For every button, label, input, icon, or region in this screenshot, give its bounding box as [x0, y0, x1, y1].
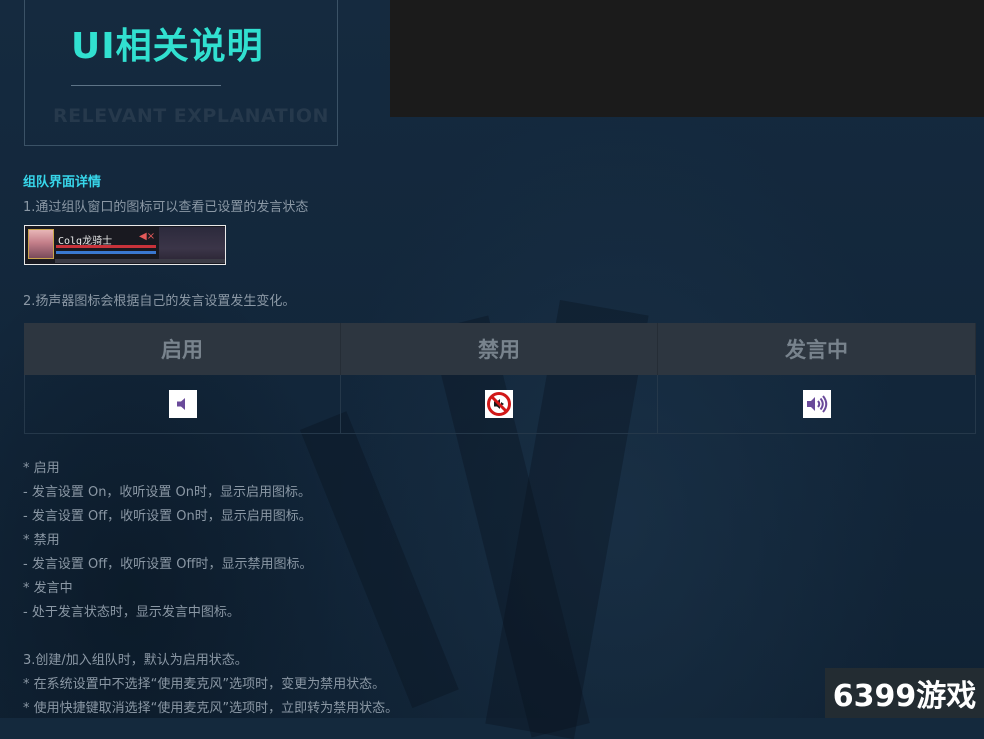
video-panel: [390, 0, 984, 117]
speaker-speaking-icon: [802, 390, 831, 418]
note-line: - 处于发言状态时，显示发言中图标。: [23, 605, 240, 620]
page-subtitle: RELEVANT EXPLANATION: [53, 105, 329, 127]
title-card: UI相关说明 RELEVANT EXPLANATION: [24, 0, 338, 146]
column-header-speaking: 发言中: [658, 323, 976, 375]
explanation-line-2: 2.扬声器图标会根据自己的发言设置发生变化。: [23, 294, 296, 309]
speaker-states-table: 启用 禁用 发言中: [24, 323, 976, 434]
cell-speaking: [658, 375, 976, 434]
party-status-strip: [55, 259, 225, 263]
column-header-enabled: 启用: [24, 323, 341, 375]
page-title: UI相关说明: [71, 26, 264, 67]
note-line: * 发言中: [23, 581, 73, 596]
title-divider: [71, 85, 221, 86]
explanation-line-1: 1.通过组队窗口的图标可以查看已设置的发言状态: [23, 200, 309, 215]
background-streak: [300, 411, 459, 709]
note-line: - 发言设置 Off，收听设置 Off时，显示禁用图标。: [23, 557, 313, 572]
cell-disabled: [341, 375, 658, 434]
speaker-icon: [168, 390, 197, 418]
note-line: * 启用: [23, 461, 60, 476]
note-line: * 禁用: [23, 533, 60, 548]
site-watermark: 6399游戏: [825, 668, 984, 718]
mp-bar: [56, 251, 156, 254]
character-portrait: [28, 229, 54, 259]
speaker-muted-icon: [485, 390, 513, 418]
cell-enabled: [24, 375, 341, 434]
hp-bar: [56, 245, 156, 248]
note-line: - 发言设置 Off，收听设置 On时，显示启用图标。: [23, 509, 312, 524]
note-line: 3.创建/加入组队时，默认为启用状态。: [23, 653, 248, 668]
game-scene-thumbnail: [159, 227, 225, 263]
section-heading: 组队界面详情: [23, 175, 102, 190]
party-window-preview: Colg龙骑士 ◀×: [24, 225, 226, 265]
note-line: - 发言设置 On，收听设置 On时，显示启用图标。: [23, 485, 312, 500]
note-line: * 使用快捷键取消选择“使用麦克风”选项时，立即转为禁用状态。: [23, 701, 399, 716]
note-line: * 在系统设置中不选择“使用麦克风”选项时，变更为禁用状态。: [23, 677, 386, 692]
column-header-disabled: 禁用: [341, 323, 658, 375]
speaker-muted-small-icon: ◀×: [139, 231, 156, 242]
